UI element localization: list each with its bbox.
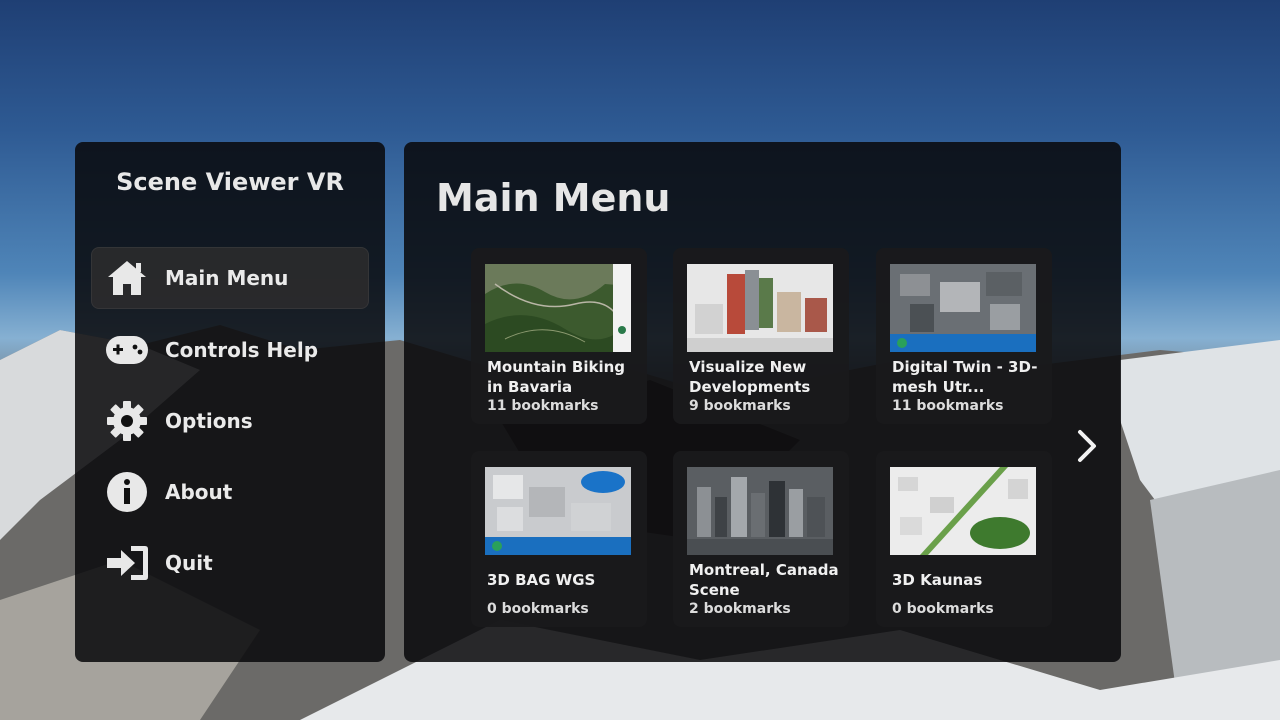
scene-card-montreal[interactable]: Montreal, Canada Scene 2 bookmarks: [673, 451, 849, 627]
app-title: Scene Viewer VR: [116, 168, 344, 196]
chevron-right-icon: [1078, 430, 1096, 462]
sidebar-item-label: Main Menu: [165, 266, 289, 290]
page-title: Main Menu: [436, 176, 671, 220]
sidebar-item-label: About: [165, 480, 233, 504]
scene-title: Visualize New Developments: [689, 358, 811, 396]
scene-thumbnail: [890, 264, 1036, 352]
gear-icon: [105, 399, 149, 443]
scene-card-3d-bag-wgs[interactable]: 3D BAG WGS 0 bookmarks: [471, 451, 647, 627]
sidebar-item-main-menu[interactable]: Main Menu: [91, 247, 369, 309]
sidebar-item-quit[interactable]: Quit: [91, 532, 369, 594]
bookmark-count: 0 bookmarks: [487, 601, 589, 617]
scene-card-3d-kaunas[interactable]: 3D Kaunas 0 bookmarks: [876, 451, 1052, 627]
scene-title: Montreal, Canada Scene: [689, 561, 839, 599]
sidebar-item-label: Controls Help: [165, 338, 319, 362]
gamepad-icon: [105, 328, 149, 372]
scene-thumbnail: [687, 467, 833, 555]
scene-title: 3D BAG WGS: [487, 571, 596, 589]
home-icon: [105, 256, 149, 300]
scene-card-digital-twin[interactable]: Digital Twin - 3D-mesh Utr... 11 bookmar…: [876, 248, 1052, 424]
bookmark-count: 11 bookmarks: [487, 398, 599, 414]
bookmark-count: 9 bookmarks: [689, 398, 791, 414]
scene-thumbnail: [485, 264, 631, 352]
scene-title: Mountain Biking in Bavaria: [487, 358, 626, 396]
info-icon: [105, 470, 149, 514]
scene-card-visualize-developments[interactable]: Visualize New Developments 9 bookmarks: [673, 248, 849, 424]
sidebar-item-options[interactable]: Options: [91, 390, 369, 452]
next-page-button[interactable]: [1072, 426, 1102, 466]
sidebar-item-controls-help[interactable]: Controls Help: [91, 319, 369, 381]
scene-card-mountain-biking[interactable]: Mountain Biking in Bavaria 11 bookmarks: [471, 248, 647, 424]
scene-thumbnail: [890, 467, 1036, 555]
scene-title: Digital Twin - 3D-mesh Utr...: [892, 358, 1038, 396]
sidebar-panel: Scene Viewer VR Main Menu Controls Help …: [75, 142, 385, 662]
scene-title: 3D Kaunas: [892, 571, 983, 589]
main-panel: Main Menu Mountain Biking in Bavaria 11 …: [404, 142, 1121, 662]
sidebar-item-label: Quit: [165, 551, 213, 575]
bookmark-count: 11 bookmarks: [892, 398, 1004, 414]
sidebar-item-about[interactable]: About: [91, 461, 369, 523]
scene-thumbnail: [687, 264, 833, 352]
bookmark-count: 2 bookmarks: [689, 601, 791, 617]
quit-icon: [105, 541, 149, 585]
scene-thumbnail: [485, 467, 631, 555]
sidebar-item-label: Options: [165, 409, 253, 433]
bookmark-count: 0 bookmarks: [892, 601, 994, 617]
